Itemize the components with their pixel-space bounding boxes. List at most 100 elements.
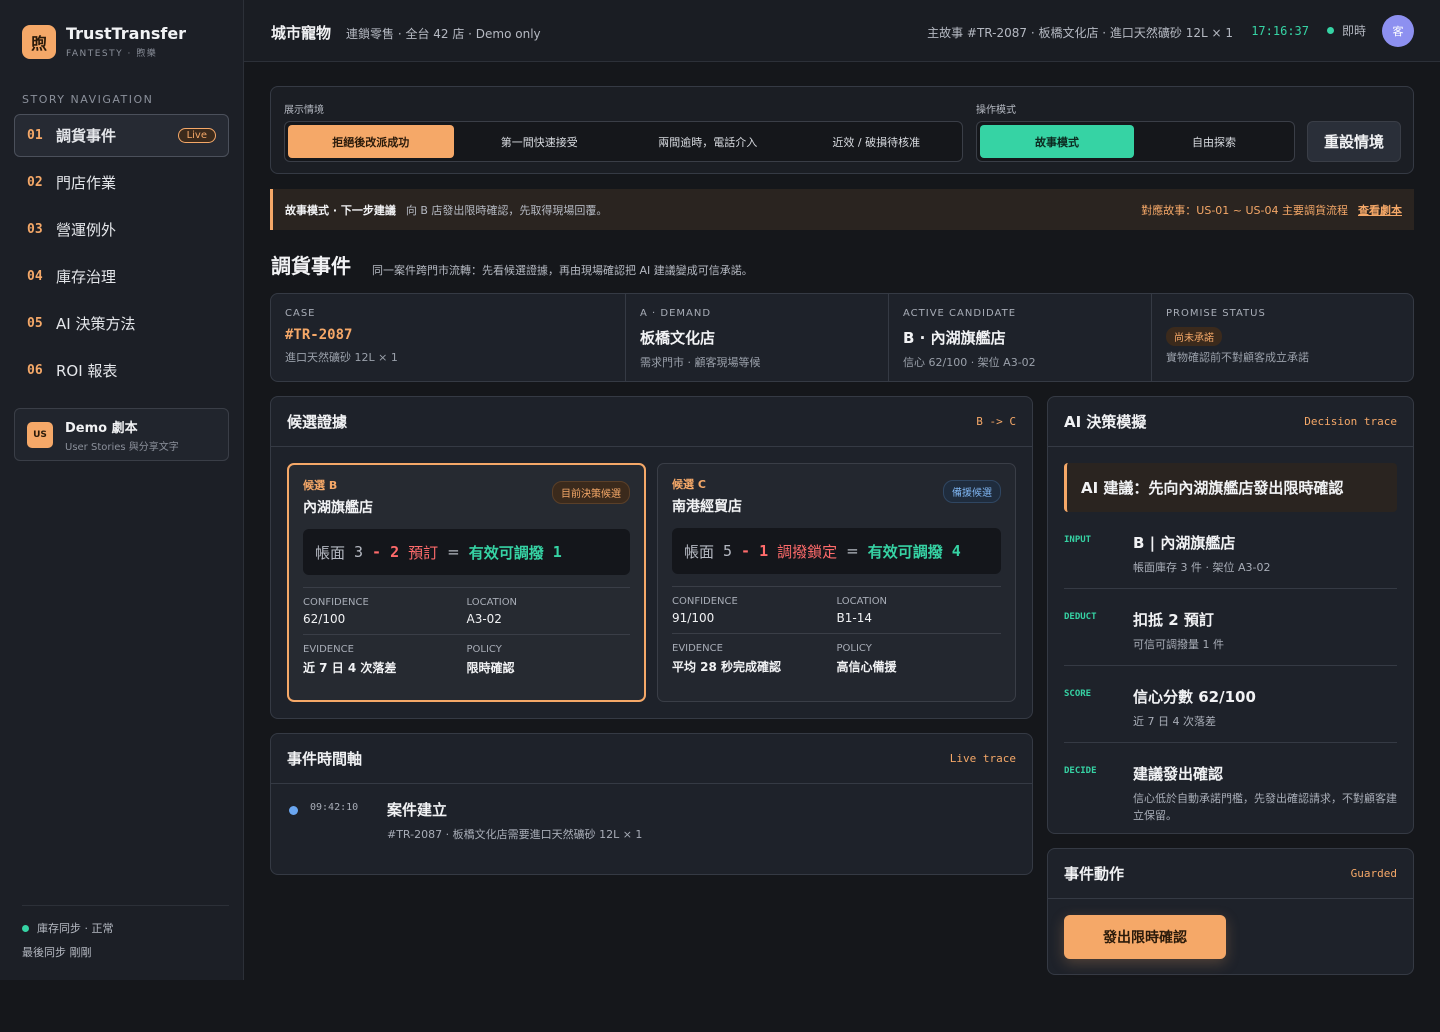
step-head: 信心分數 62/100: [1133, 688, 1256, 706]
kv-label: CONFIDENCE: [672, 596, 738, 607]
ai-step-input: INPUT B | 內湖旗艦店 帳面庫存 3 件 · 架位 A3-02: [1064, 512, 1397, 589]
nav-label: ROI 報表: [56, 362, 118, 380]
formula-result-qty: 4: [951, 542, 961, 560]
step-key: SCORE: [1064, 689, 1092, 699]
demand-note: 需求門市 · 顧客現場等候: [640, 356, 761, 369]
kv-label: CONFIDENCE: [303, 597, 369, 608]
nav-item-inventory-governance[interactable]: 04 庫存治理: [14, 255, 229, 298]
panel-tag: Live trace: [949, 752, 1016, 765]
hint-title: 故事模式 · 下一步建議: [285, 203, 396, 217]
step-desc: 帳面庫存 3 件 · 架位 A3-02: [1133, 561, 1271, 574]
green-dot-icon: [22, 924, 29, 932]
case-note: 進口天然礦砂 12L × 1: [285, 351, 398, 364]
promise-label: PROMISE STATUS: [1166, 308, 1266, 319]
nav-item-exceptions[interactable]: 03 營運例外: [14, 208, 229, 251]
timeline-event: 09:42:10 案件建立 #TR-2087 · 板橋文化店需要進口天然礦砂 1…: [289, 801, 642, 842]
nav-number: 02: [27, 175, 43, 190]
candidate-card-b[interactable]: 候選 B 內湖旗艦店 目前決策候選 帳面 3 - 2 預訂 = 有效可調撥 1 …: [287, 463, 646, 702]
org-title: 城市寵物: [271, 24, 332, 42]
scenario-expiry-damage[interactable]: 近效 / 破損待核准: [794, 125, 960, 158]
formula-equals: =: [447, 543, 460, 561]
panel-tag: Decision trace: [1304, 415, 1397, 428]
mode-story[interactable]: 故事模式: [980, 125, 1134, 158]
brand[interactable]: 煦 TrustTransfer FANTESTY · 煦樂: [22, 24, 186, 59]
brand-logo: 煦: [22, 24, 56, 59]
scenario-label: 展示情境: [284, 105, 324, 116]
evidence-value: 近 7 日 4 次落差: [303, 661, 397, 675]
brand-name: TrustTransfer: [66, 24, 187, 43]
scenario-selector: 拒絕後改派成功 第一間快速接受 兩間逾時，電話介入 近效 / 破損待核准: [284, 121, 963, 162]
panel-tag: B -> C: [976, 415, 1016, 428]
nav-number: 05: [27, 316, 43, 331]
formula-book: 帳面: [684, 542, 715, 561]
candidate-note: 信心 62/100 · 架位 A3-02: [903, 356, 1036, 369]
step-desc: 近 7 日 4 次落差: [1133, 715, 1216, 728]
nav-number: 04: [27, 269, 43, 284]
formula-book: 帳面: [315, 543, 346, 562]
promise-note: 實物確認前不對顧客成立承諾: [1166, 351, 1309, 364]
mode-free-explore[interactable]: 自由探索: [1137, 125, 1291, 158]
step-key: DEDUCT: [1064, 612, 1097, 622]
panel-tag: Guarded: [1350, 867, 1397, 880]
demo-title: Demo 劇本: [65, 420, 138, 436]
ai-step-decide: DECIDE 建議發出確認 信心低於自動承諾門檻，先發出確認請求，不對顧客建立保…: [1064, 743, 1397, 836]
formula-deduct-qty: 1: [759, 542, 769, 560]
nav-item-transfer-event[interactable]: 01 調貨事件 Live: [14, 114, 229, 157]
formula-book-qty: 5: [723, 542, 733, 560]
step-head: 建議發出確認: [1133, 765, 1224, 783]
ai-decision-panel: AI 決策模擬 Decision trace AI 建議：先向內湖旗艦店發出限時…: [1047, 396, 1414, 834]
case-id: #TR-2087: [285, 327, 353, 343]
step-desc: 信心低於自動承諾門檻，先發出確認請求，不對顧客建立保留。: [1133, 792, 1397, 822]
brand-subtitle: FANTESTY · 煦樂: [66, 49, 158, 59]
kv-label: EVIDENCE: [303, 644, 354, 655]
sidebar: 煦 TrustTransfer FANTESTY · 煦樂 STORY NAVI…: [0, 0, 244, 980]
formula-book-qty: 3: [354, 543, 364, 561]
live-badge: Live: [177, 128, 216, 143]
nav-label: AI 決策方法: [56, 315, 136, 333]
send-confirmation-button[interactable]: 發出限時確認: [1064, 915, 1226, 959]
policy-value: 高信心備援: [836, 660, 897, 674]
step-head: B | 內湖旗艦店: [1133, 534, 1236, 552]
story-reference: 對應故事：US-01 ~ US-04 主要調貨流程: [1141, 204, 1348, 217]
status-badge: 備援候選: [943, 480, 1001, 503]
panel-title: 候選證據: [287, 413, 348, 431]
hint-text: 向 B 店發出限時確認，先取得現場回覆。: [405, 203, 608, 217]
confidence-value: 91/100: [672, 611, 715, 625]
avatar[interactable]: 客: [1382, 15, 1414, 47]
kv-label: POLICY: [466, 644, 502, 655]
candidate-card-c[interactable]: 候選 C 南港經貿店 備援候選 帳面 5 - 1 調撥鎖定 = 有效可調撥 4 …: [657, 463, 1016, 702]
control-panel: 展示情境 拒絕後改派成功 第一間快速接受 兩間逾時，電話介入 近效 / 破損待核…: [270, 86, 1414, 174]
nav-item-ai-method[interactable]: 05 AI 決策方法: [14, 302, 229, 345]
demo-script-link[interactable]: US Demo 劇本 User Stories 與分享文字: [14, 408, 229, 461]
nav-label: 營運例外: [56, 221, 117, 239]
nav-number: 01: [27, 128, 43, 143]
formula-result: 有效可調撥: [468, 543, 544, 562]
formula-equals: =: [846, 542, 859, 560]
sync-status: 庫存同步 · 正常: [37, 922, 114, 935]
main-story: 主故事 #TR-2087 · 板橋文化店 · 進口天然礦砂 12L × 1: [927, 26, 1233, 40]
promise-cell: PROMISE STATUS 尚未承諾 實物確認前不對顧客成立承諾: [1152, 294, 1413, 381]
demo-subtitle: User Stories 與分享文字: [65, 441, 179, 453]
kv-label: EVIDENCE: [672, 643, 723, 654]
view-script-link[interactable]: 查看劇本: [1358, 202, 1402, 218]
ai-step-deduct: DEDUCT 扣抵 2 預訂 可信可調撥量 1 件: [1064, 589, 1397, 666]
event-actions-panel: 事件動作 Guarded 發出限時確認: [1047, 848, 1414, 975]
page-title: 調貨事件: [271, 254, 351, 278]
status-badge: 目前決策候選: [552, 481, 630, 504]
clock: 17:16:37: [1251, 24, 1309, 38]
blue-dot-icon: [289, 806, 298, 815]
nav-item-roi-report[interactable]: 06 ROI 報表: [14, 349, 229, 392]
nav-item-store-ops[interactable]: 02 門店作業: [14, 161, 229, 204]
event-title: 案件建立: [387, 801, 448, 819]
formula-minus: -: [372, 543, 382, 561]
org-subtitle: 連鎖零售 · 全台 42 店 · Demo only: [346, 27, 541, 41]
nav-number: 06: [27, 363, 43, 378]
reset-scenario-button[interactable]: 重設情境: [1307, 121, 1401, 162]
scenario-timeout-call[interactable]: 兩間逾時，電話介入: [625, 125, 791, 158]
confidence-value: 62/100: [303, 612, 346, 626]
case-label: CASE: [285, 308, 316, 319]
step-key: INPUT: [1064, 535, 1092, 545]
scenario-first-accept[interactable]: 第一間快速接受: [457, 125, 623, 158]
next-step-hint: 故事模式 · 下一步建議 向 B 店發出限時確認，先取得現場回覆。 對應故事：U…: [270, 189, 1414, 230]
scenario-reject-reassign[interactable]: 拒絕後改派成功: [288, 125, 454, 158]
